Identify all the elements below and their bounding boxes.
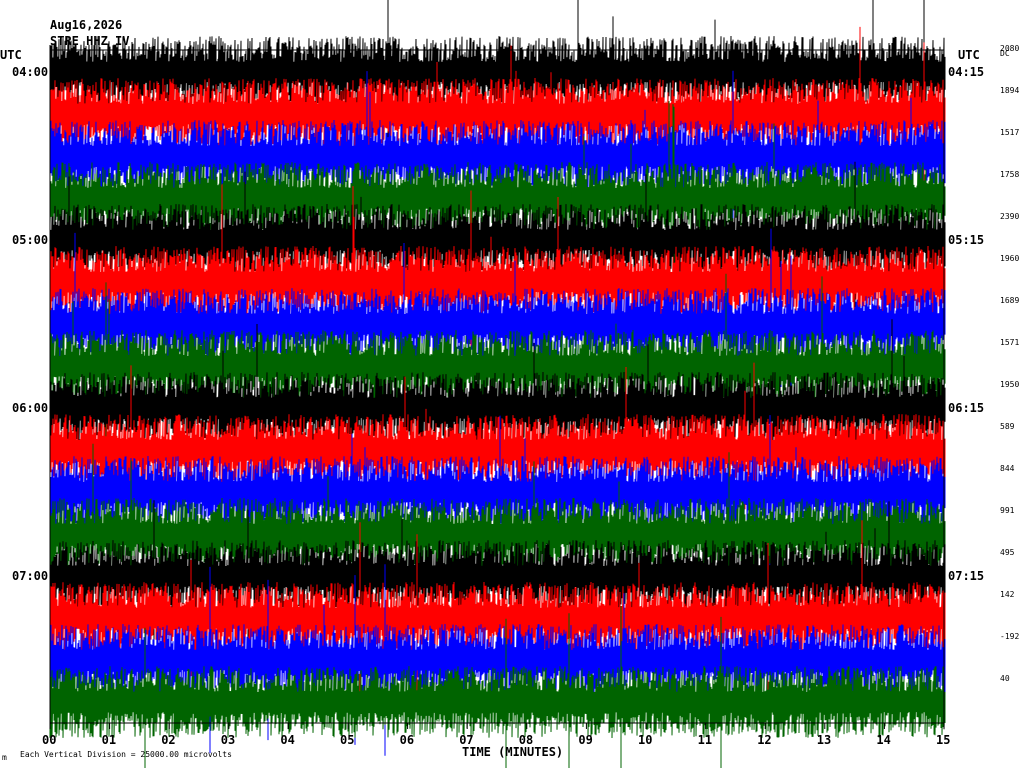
dc-offset-value: 1758 <box>1000 170 1020 179</box>
dc-offset-value: 1894 <box>1000 86 1020 95</box>
x-tick-label: 05 <box>340 733 355 747</box>
dc-offset-value: 589 <box>1000 422 1015 431</box>
x-tick-label: 15 <box>936 733 951 747</box>
helicorder-plot <box>49 0 946 768</box>
dc-offset-value: -192 <box>1000 632 1020 641</box>
x-tick-label: 04 <box>280 733 295 747</box>
right-time-label: 04:15 <box>948 65 985 79</box>
x-tick-label: 06 <box>399 733 415 747</box>
dc-offset-value: 1517 <box>1000 128 1020 137</box>
left-time-label: 07:00 <box>12 569 49 583</box>
utc-left-label: UTC <box>0 48 22 62</box>
left-time-label: 05:00 <box>12 233 49 247</box>
dc-offset-value: 1960 <box>1000 254 1020 263</box>
right-time-label: 07:15 <box>948 569 985 583</box>
dc-offset-value: 142 <box>1000 590 1015 599</box>
right-time-label: 06:15 <box>948 401 985 415</box>
x-tick-label: 09 <box>578 733 593 747</box>
dc-offset-value: 2390 <box>1000 212 1020 221</box>
seismic-traces <box>49 0 946 768</box>
x-tick-label: 00 <box>42 733 57 747</box>
dc-offset-value: 991 <box>1000 506 1015 515</box>
x-tick-label: 13 <box>816 733 832 747</box>
right-time-label: 05:15 <box>948 233 985 247</box>
x-tick-label: 10 <box>638 733 653 747</box>
dc-offset-value: 1689 <box>1000 296 1020 305</box>
x-axis-title: TIME (MINUTES) <box>462 745 564 759</box>
utc-right-label: UTC <box>958 48 980 62</box>
dc-offset-value: 2080 <box>1000 44 1020 53</box>
x-tick-label: 12 <box>757 733 772 747</box>
left-time-label: 06:00 <box>12 401 49 415</box>
x-tick-label: 14 <box>876 733 891 747</box>
x-tick-label: 11 <box>697 733 713 747</box>
date-label: Aug16,2026 <box>50 18 123 32</box>
dc-offset-value: 40 <box>1000 674 1010 683</box>
x-tick-label: 03 <box>220 733 236 747</box>
x-tick-label: 01 <box>101 733 117 747</box>
corner-mark: m <box>2 753 7 762</box>
dc-offset-value: 844 <box>1000 464 1015 473</box>
left-time-label: 04:00 <box>12 65 49 79</box>
x-tick-label: 02 <box>161 733 176 747</box>
dc-offset-value: 495 <box>1000 548 1015 557</box>
station-label: STRE HHZ IV <box>50 34 130 48</box>
dc-offset-value: 1571 <box>1000 338 1020 347</box>
dc-offset-value: 1950 <box>1000 380 1020 389</box>
scale-note: Each Vertical Division = 25000.00 microv… <box>20 750 232 759</box>
